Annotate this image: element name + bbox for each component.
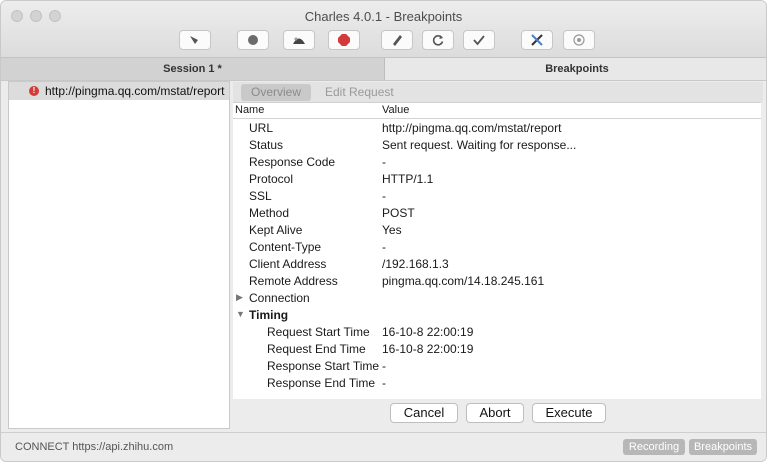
grid-row[interactable]: Status Sent request. Waiting for response… [233,136,761,153]
row-value: pingma.qq.com/14.18.245.161 [382,274,545,288]
throttle-icon [293,37,305,44]
throttle-button[interactable] [283,30,315,50]
row-value: - [382,240,386,254]
tools-button[interactable] [521,30,553,50]
grid-row[interactable]: Method POST [233,204,761,221]
grid-row[interactable]: Response Code - [233,153,761,170]
pen-icon [393,35,402,46]
row-name: Method [249,206,290,220]
connection-row[interactable]: ▶ Connection [233,289,761,306]
grid-row[interactable]: Response End Time - [233,374,761,391]
disclosure-collapsed-icon[interactable]: ▶ [236,292,243,303]
row-value: Sent request. Waiting for response... [382,138,577,152]
breakpoint-status-icon: ! [29,86,39,96]
grid-row[interactable]: Response Start Time - [233,357,761,374]
window-title: Charles 4.0.1 - Breakpoints [304,9,463,24]
row-name: Protocol [249,172,294,186]
tree-item-label: http://pingma.qq.com/mstat/report [45,84,225,98]
grid-row[interactable]: Kept Alive Yes [233,221,761,238]
row-value: - [382,359,386,373]
row-name: Request Start Time [267,325,370,339]
clear-session-button[interactable] [179,30,211,50]
row-value: http://pingma.qq.com/mstat/report [382,121,562,135]
row-value: POST [382,206,415,220]
execute-button[interactable]: Execute [532,403,606,423]
cancel-button[interactable]: Cancel [390,403,458,423]
row-value: 16-10-8 22:00:19 [382,342,474,356]
status-text: CONNECT https://api.zhihu.com [15,441,174,453]
row-name: Kept Alive [249,223,303,237]
row-name: Client Address [249,257,327,271]
row-name: Status [249,138,284,152]
compose-button[interactable] [381,30,413,50]
row-name: SSL [249,189,272,203]
overview-grid: Name Value URL http://pingma.qq.com/mstat… [233,102,761,399]
row-name: Content-Type [249,240,322,254]
row-name: Response Start Time [267,359,380,373]
timing-row[interactable]: ▼ Timing [233,306,761,323]
row-value: - [382,155,386,169]
row-value: 16-10-8 22:00:19 [382,325,474,339]
tree-item-request[interactable]: ! http://pingma.qq.com/mstat/report [9,82,229,100]
tab-breakpoints[interactable]: Breakpoints [386,58,766,80]
record-icon [248,35,258,45]
grid-row[interactable]: Content-Type - [233,238,761,255]
row-name: Response End Time [267,376,376,390]
tab-session[interactable]: Session 1 * [1,58,385,80]
breakpoint-icon [338,34,350,46]
tab-edit-request[interactable]: Edit Request [315,84,404,101]
abort-button[interactable]: Abort [466,403,524,423]
validate-button[interactable] [463,30,495,50]
row-name: Connection [249,291,310,305]
row-name: URL [249,121,274,135]
grid-row[interactable]: Request End Time 16-10-8 22:00:19 [233,340,761,357]
request-tree: ! http://pingma.qq.com/mstat/report [8,81,230,429]
row-value: HTTP/1.1 [382,172,434,186]
grid-header: Name Value [233,103,761,119]
row-name: Remote Address [249,274,338,288]
tools-icon [531,34,543,46]
row-value: - [382,189,386,203]
detail-subtabs: Overview Edit Request [233,82,763,102]
recording-status-button[interactable]: Recording [623,439,685,455]
grid-row[interactable]: Request Start Time 16-10-8 22:00:19 [233,323,761,340]
tab-overview[interactable]: Overview [241,84,312,101]
main-tabs: Session 1 * Breakpoints [1,58,766,81]
charles-window: Charles 4.0.1 - Breakpoints Session 1 * … [0,0,767,462]
status-bar: CONNECT https://api.zhihu.com Recording … [1,432,766,461]
broom-icon [190,36,198,44]
column-header-name: Name [235,104,265,116]
row-value: Yes [382,223,402,237]
row-name: Response Code [249,155,336,169]
row-value: /192.168.1.3 [382,257,449,271]
grid-row[interactable]: Protocol HTTP/1.1 [233,170,761,187]
grid-row[interactable]: Client Address/192.168.1.3 [233,255,761,272]
breakpoints-status-button[interactable]: Breakpoints [689,439,757,455]
column-header-value: Value [382,104,410,116]
record-button[interactable] [237,30,269,50]
row-value: - [382,376,386,390]
grid-row[interactable]: SSL - [233,187,761,204]
grid-row[interactable]: URL http://pingma.qq.com/mstat/report [233,119,761,136]
repeat-button[interactable] [422,30,454,50]
settings-button[interactable] [563,30,595,50]
title-bar: Charles 4.0.1 - Breakpoints [1,1,766,58]
disclosure-expanded-icon[interactable]: ▼ [236,309,245,319]
row-name: Timing [249,308,289,322]
breakpoints-button[interactable] [328,30,360,50]
refresh-icon [432,35,444,46]
grid-row[interactable]: Remote Address pingma.qq.com/14.18.245.16… [233,272,761,289]
row-name: Request End Time [267,342,366,356]
settings-icon [573,34,585,46]
check-icon [473,35,485,46]
